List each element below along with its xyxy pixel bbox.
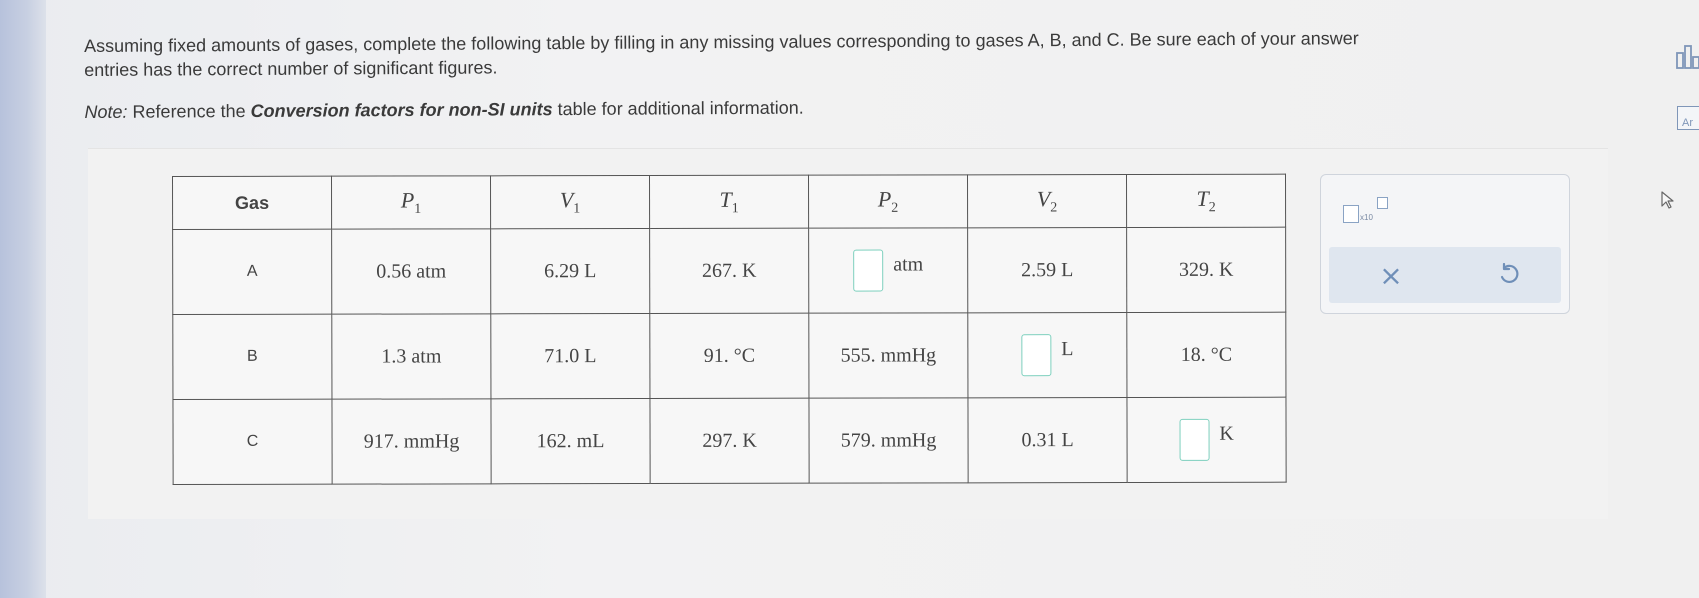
- header-t2-sub: 2: [1208, 200, 1216, 216]
- gas-a-p1: 0.56 atm: [331, 228, 491, 315]
- bar-chart-icon-graphic: [1676, 45, 1699, 69]
- gas-a-p2-cell: atm: [808, 227, 968, 314]
- gas-b-p1: 1.3 atm: [331, 313, 491, 400]
- gas-c-v2: 0.31 L: [967, 397, 1128, 483]
- mouse-cursor-icon: [1661, 191, 1674, 209]
- gas-a-p2-unit: atm: [893, 252, 924, 275]
- header-v1-symbol: V: [559, 186, 574, 212]
- sci-base-box: [1343, 205, 1359, 223]
- gas-b-v2-input[interactable]: [1021, 334, 1052, 377]
- note-line: Note: Reference the Conversion factors f…: [84, 91, 1614, 124]
- header-t2: T2: [1126, 174, 1286, 228]
- gas-a-t1: 267. K: [649, 228, 809, 314]
- conversion-factors-link[interactable]: Conversion factors for non-SI units: [251, 99, 553, 121]
- bar-chart-icon[interactable]: [1676, 44, 1699, 70]
- gas-b-v2-unit: L: [1061, 337, 1074, 360]
- table-header-row: Gas P1 V1 T1 P2 V2 T2: [172, 174, 1286, 230]
- gas-a-p2-input[interactable]: [853, 249, 884, 292]
- gas-c-label: C: [172, 399, 333, 485]
- note-label: Note:: [84, 101, 128, 122]
- periodic-table-label: Ar: [1682, 117, 1693, 129]
- table-row-c: C 917. mmHg 162. mL 297. K 579. mmHg 0.3…: [172, 397, 1287, 485]
- left-edge-strip: [0, 0, 46, 598]
- header-p2-sub: 2: [891, 200, 899, 216]
- header-t1: T1: [649, 175, 809, 229]
- periodic-table-icon[interactable]: Ar: [1677, 106, 1699, 130]
- math-tool-panel: x10 ×: [1320, 174, 1570, 314]
- header-p1: P1: [331, 175, 491, 230]
- sci-x10-label: x10: [1360, 213, 1373, 222]
- header-v1-sub: 1: [573, 201, 581, 217]
- header-p1-sub: 1: [414, 201, 422, 217]
- tool-actions-bar: ×: [1329, 247, 1561, 303]
- sci-exponent-box: [1377, 197, 1388, 209]
- header-v2-symbol: V: [1036, 185, 1051, 211]
- gas-c-t1: 297. K: [649, 398, 810, 484]
- instructions: Assuming fixed amounts of gases, complet…: [84, 25, 1615, 124]
- gas-c-p2: 579. mmHg: [808, 397, 969, 484]
- close-icon[interactable]: ×: [1371, 257, 1411, 293]
- gas-b-v2-cell: L: [967, 312, 1127, 398]
- gas-a-v1: 6.29 L: [490, 228, 650, 314]
- gas-b-label: B: [172, 314, 332, 400]
- header-t2-symbol: T: [1196, 185, 1209, 211]
- gas-b-v1: 71.0 L: [490, 313, 650, 399]
- header-v2-sub: 2: [1050, 200, 1058, 216]
- gas-a-v2: 2.59 L: [967, 227, 1127, 313]
- scientific-notation-icon[interactable]: x10: [1343, 197, 1389, 225]
- gas-c-p1: 917. mmHg: [331, 398, 492, 485]
- header-p1-symbol: P: [400, 187, 415, 213]
- header-p2: P2: [808, 174, 968, 229]
- gas-c-t2-input[interactable]: [1179, 418, 1210, 461]
- header-t1-sub: 1: [731, 201, 739, 217]
- gas-table: Gas P1 V1 T1 P2 V2 T2 A 0.56 atm 6.29 L …: [172, 173, 1287, 485]
- header-t1-symbol: T: [719, 186, 732, 212]
- gas-a-t2: 329. K: [1126, 227, 1286, 313]
- gas-b-t1: 91. °C: [649, 313, 809, 399]
- gas-c-t2-unit: K: [1219, 422, 1234, 445]
- gas-b-t2: 18. °C: [1126, 312, 1286, 398]
- table-row-a: A 0.56 atm 6.29 L 267. K atm 2.59 L 329.…: [172, 227, 1286, 315]
- header-v1: V1: [490, 175, 650, 229]
- header-gas: Gas: [172, 176, 332, 230]
- gas-c-t2-cell: K: [1126, 397, 1287, 483]
- gas-b-p2: 555. mmHg: [808, 312, 968, 399]
- note-text-pre: Reference the: [127, 100, 251, 122]
- header-p2-symbol: P: [877, 186, 892, 212]
- gas-a-label: A: [172, 229, 332, 315]
- gas-c-v1: 162. mL: [490, 398, 651, 484]
- undo-icon-graphic: [1500, 263, 1519, 284]
- table-row-b: B 1.3 atm 71.0 L 91. °C 555. mmHg L 18. …: [172, 312, 1286, 400]
- note-text-post: table for additional information.: [552, 97, 804, 120]
- undo-icon[interactable]: [1489, 257, 1529, 293]
- header-v2: V2: [967, 174, 1127, 228]
